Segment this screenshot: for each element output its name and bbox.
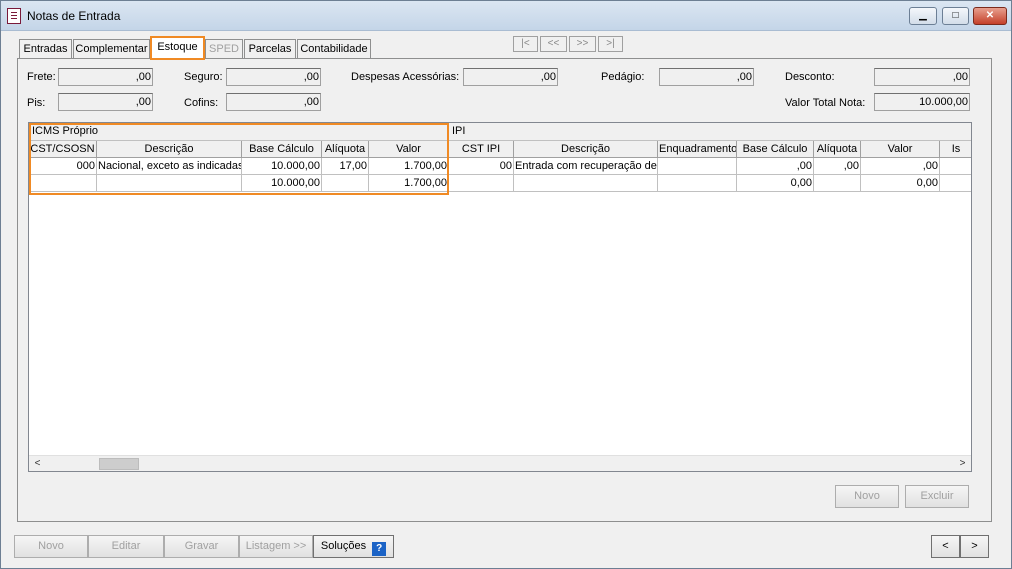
icms-band-header: ICMS Próprio	[29, 123, 449, 141]
col-ipi-descricao[interactable]: Descrição	[514, 141, 658, 158]
col-descricao[interactable]: Descrição	[97, 141, 242, 158]
tab-sped[interactable]: SPED	[205, 39, 243, 59]
tab-parcelas[interactable]: Parcelas	[244, 39, 296, 59]
prev-page-button[interactable]: <	[931, 535, 960, 558]
frete-field[interactable]: ,00	[58, 68, 153, 86]
tab-entradas[interactable]: Entradas	[19, 39, 72, 59]
cell-valor[interactable]: 1.700,00	[369, 158, 449, 175]
grid-excluir-button[interactable]: Excluir	[905, 485, 969, 508]
total-ipi-descricao	[514, 175, 658, 192]
solucoes-label: Soluções	[320, 540, 367, 552]
col-valor[interactable]: Valor	[369, 141, 449, 158]
valor-total-field[interactable]: 10.000,00	[874, 93, 970, 111]
pedagio-field[interactable]: ,00	[659, 68, 754, 86]
tax-grid: ICMS Próprio IPI CST/CSOSN Descrição Bas…	[28, 122, 972, 472]
total-cst-csosn	[29, 175, 97, 192]
editar-button[interactable]: Editar	[88, 535, 164, 558]
col-enquadramento[interactable]: Enquadramento	[658, 141, 737, 158]
cell-ipi-valor[interactable]: ,00	[861, 158, 940, 175]
window: Notas de Entrada ▁ □ ✕ Entradas Compleme…	[0, 0, 1012, 569]
tab-contabilidade[interactable]: Contabilidade	[297, 39, 371, 59]
scroll-right-icon[interactable]: >	[954, 456, 971, 471]
cell-enquadramento[interactable]	[658, 158, 737, 175]
seguro-label: Seguro:	[184, 71, 223, 83]
maximize-button[interactable]: □	[942, 7, 969, 25]
col-ipi-base-calculo[interactable]: Base Cálculo	[737, 141, 814, 158]
minimize-button[interactable]: ▁	[909, 7, 937, 25]
col-ipi-aliquota[interactable]: Alíquota	[814, 141, 861, 158]
gravar-button[interactable]: Gravar	[164, 535, 239, 558]
total-base-calculo: 10.000,00	[242, 175, 322, 192]
total-ipi-aliquota	[814, 175, 861, 192]
tab-estoque[interactable]: Estoque	[150, 36, 205, 60]
total-cst-ipi	[449, 175, 514, 192]
document-icon	[7, 8, 21, 24]
valor-total-label: Valor Total Nota:	[785, 97, 866, 109]
col-isento[interactable]: Is	[940, 141, 971, 158]
close-button[interactable]: ✕	[973, 7, 1007, 25]
cell-ipi-aliquota[interactable]: ,00	[814, 158, 861, 175]
col-base-calculo[interactable]: Base Cálculo	[242, 141, 322, 158]
total-valor: 1.700,00	[369, 175, 449, 192]
total-ipi-valor: 0,00	[861, 175, 940, 192]
cell-descricao[interactable]: Nacional, exceto as indicadas	[97, 158, 242, 175]
cofins-label: Cofins:	[184, 97, 219, 109]
tab-complementar[interactable]: Complementar	[73, 39, 150, 59]
seguro-field[interactable]: ,00	[226, 68, 321, 86]
despesas-label: Despesas Acessórias:	[351, 71, 460, 83]
cell-ipi-base-calculo[interactable]: ,00	[737, 158, 814, 175]
col-cst-csosn[interactable]: CST/CSOSN	[29, 141, 97, 158]
next-page-button[interactable]: >	[960, 535, 989, 558]
last-record-button[interactable]: >|	[598, 36, 623, 52]
total-ipi-base-calculo: 0,00	[737, 175, 814, 192]
despesas-field[interactable]: ,00	[463, 68, 558, 86]
total-enquadramento	[658, 175, 737, 192]
novo-button[interactable]: Novo	[14, 535, 88, 558]
grid-novo-button[interactable]: Novo	[835, 485, 899, 508]
col-cst-ipi[interactable]: CST IPI	[449, 141, 514, 158]
total-isento	[940, 175, 971, 192]
prev-record-button[interactable]: <<	[540, 36, 567, 52]
cell-isento[interactable]	[940, 158, 971, 175]
pis-field[interactable]: ,00	[58, 93, 153, 111]
cell-base-calculo[interactable]: 10.000,00	[242, 158, 322, 175]
scroll-thumb[interactable]	[99, 458, 139, 470]
next-record-button[interactable]: >>	[569, 36, 596, 52]
listagem-button[interactable]: Listagem >>	[239, 535, 313, 558]
window-title: Notas de Entrada	[27, 9, 121, 23]
first-record-button[interactable]: |<	[513, 36, 538, 52]
cell-cst-csosn[interactable]: 000	[29, 158, 97, 175]
title-bar: Notas de Entrada ▁ □ ✕	[1, 1, 1011, 31]
cell-ipi-descricao[interactable]: Entrada com recuperação de	[514, 158, 658, 175]
cofins-field[interactable]: ,00	[226, 93, 321, 111]
help-icon: ?	[372, 542, 387, 556]
cell-aliquota[interactable]: 17,00	[322, 158, 369, 175]
col-aliquota[interactable]: Alíquota	[322, 141, 369, 158]
pis-label: Pis:	[27, 97, 46, 109]
cell-cst-ipi[interactable]: 00	[449, 158, 514, 175]
solucoes-button[interactable]: Soluções?	[313, 535, 394, 558]
desconto-field[interactable]: ,00	[874, 68, 970, 86]
ipi-band-header: IPI	[449, 123, 971, 141]
desconto-label: Desconto:	[785, 71, 835, 83]
pedagio-label: Pedágio:	[601, 71, 645, 83]
frete-label: Frete:	[27, 71, 56, 83]
col-ipi-valor[interactable]: Valor	[861, 141, 940, 158]
horizontal-scrollbar[interactable]: < >	[29, 455, 971, 471]
total-aliquota	[322, 175, 369, 192]
total-descricao	[97, 175, 242, 192]
scroll-left-icon[interactable]: <	[29, 456, 46, 471]
